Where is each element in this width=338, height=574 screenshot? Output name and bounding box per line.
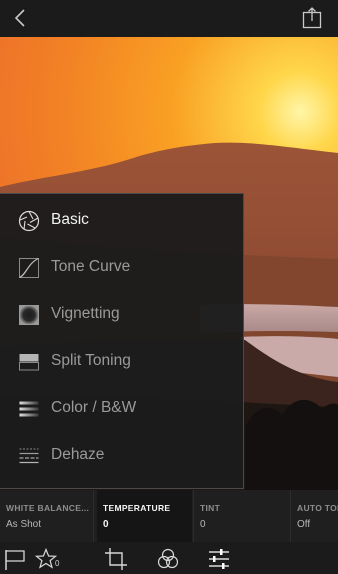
param-white-balance[interactable]: WHITE BALANCE... As Shot [0,490,93,542]
menu-item-split-toning[interactable]: Split Toning [0,340,243,386]
flag-button[interactable] [4,548,28,570]
param-tint[interactable]: TINT 0 [194,490,290,542]
param-value: As Shot [6,519,42,530]
divider [93,490,94,542]
crop-button[interactable] [105,548,129,570]
share-button[interactable] [300,6,324,30]
param-value: 0 [103,519,109,530]
chevron-left-icon [14,9,25,27]
menu-item-label: Tone Curve [51,258,131,275]
share-icon [302,7,322,29]
presets-button[interactable] [157,548,181,570]
param-value: Off [297,519,311,530]
param-label: TINT [200,503,221,513]
param-temperature[interactable]: TEMPERATURE 0 [97,490,192,542]
split-toning-icon [19,354,39,371]
vignette-icon [19,305,39,325]
menu-item-basic[interactable]: Basic [0,199,243,245]
color-bw-icon [19,401,39,417]
crop-icon [105,548,127,570]
flag-icon [5,550,25,570]
bottom-toolbar: 0 [0,542,338,574]
param-value: 0 [200,519,206,530]
param-auto-tone[interactable]: AUTO TONE Off [291,490,338,542]
presets-icon [157,548,179,569]
top-bar [0,0,338,37]
param-label: TEMPERATURE [103,503,171,513]
menu-item-tone-curve[interactable]: Tone Curve [0,246,243,292]
rating-count: 0 [55,559,60,568]
aperture-icon [18,210,40,232]
adjust-sliders-icon [209,549,229,569]
menu-item-vignetting[interactable]: Vignetting [0,293,243,339]
param-label: AUTO TONE [297,503,338,513]
edit-menu: Basic Tone Curve Vignetting Split Toning… [0,193,244,489]
tone-curve-icon [19,257,39,279]
menu-item-label: Color / B&W [51,399,137,416]
dehaze-icon [19,448,39,464]
menu-item-label: Basic [51,211,89,228]
param-label: WHITE BALANCE... [6,503,90,513]
adjust-button[interactable] [208,548,232,570]
menu-item-dehaze[interactable]: Dehaze [0,434,243,480]
menu-item-label: Split Toning [51,352,131,369]
menu-item-label: Vignetting [51,305,120,322]
menu-item-color-bw[interactable]: Color / B&W [0,387,243,433]
parameter-strip: WHITE BALANCE... As Shot TEMPERATURE 0 T… [0,490,338,542]
back-button[interactable] [10,6,34,30]
star-icon [34,547,58,569]
menu-item-label: Dehaze [51,446,105,463]
